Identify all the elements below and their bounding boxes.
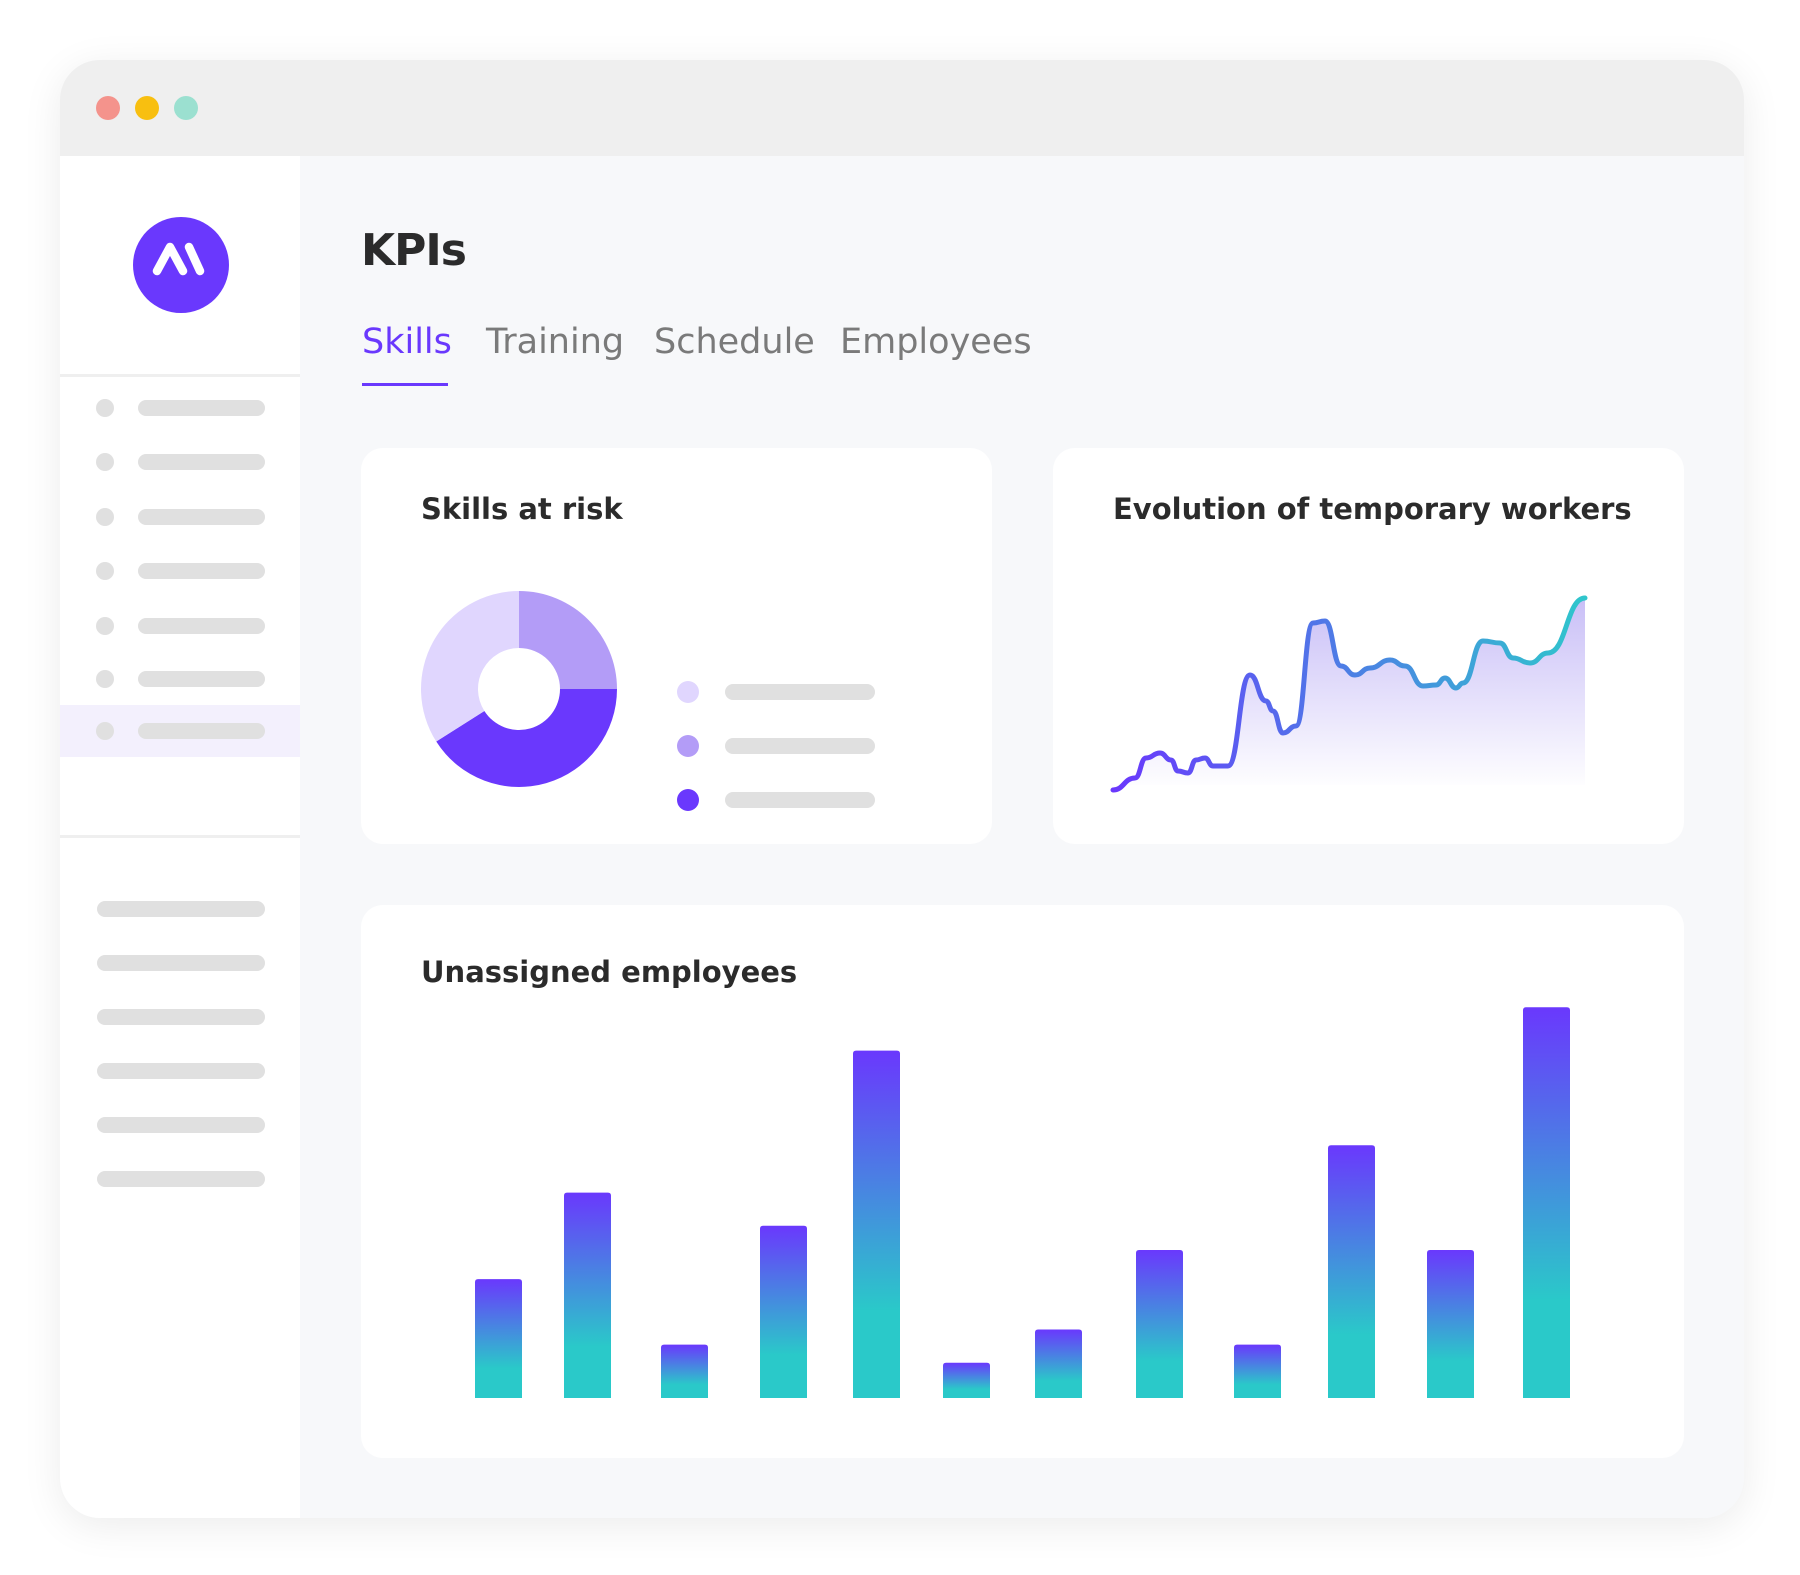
sidebar-nav-item[interactable] xyxy=(60,436,300,488)
close-window-button[interactable] xyxy=(96,96,120,120)
bar xyxy=(1523,1007,1570,1398)
bar xyxy=(1136,1249,1183,1398)
nav-item-label-placeholder xyxy=(138,509,265,525)
bar xyxy=(853,1050,900,1398)
bar xyxy=(943,1362,990,1398)
legend-swatch xyxy=(677,735,699,757)
bar-chart xyxy=(475,1007,1570,1398)
sidebar-nav-item[interactable] xyxy=(60,545,300,597)
sidebar-secondary-item[interactable] xyxy=(97,1009,265,1025)
unassigned-employees-card: Unassigned employees xyxy=(361,905,1684,1458)
donut-chart xyxy=(421,591,617,787)
nav-item-label-placeholder xyxy=(138,563,265,579)
area-chart xyxy=(1110,595,1588,793)
sidebar-nav-item[interactable] xyxy=(60,491,300,543)
bar xyxy=(475,1279,522,1398)
sidebar-divider xyxy=(60,835,300,838)
card-title: Skills at risk xyxy=(421,492,623,526)
nav-item-icon xyxy=(96,562,114,580)
legend-swatch xyxy=(677,789,699,811)
nav-item-icon xyxy=(96,617,114,635)
temporary-workers-card: Evolution of temporary workers xyxy=(1053,448,1684,844)
title-bar xyxy=(60,60,1744,156)
bar xyxy=(1427,1249,1474,1398)
sidebar-divider xyxy=(60,374,300,377)
bar xyxy=(661,1344,708,1398)
nav-item-icon xyxy=(96,399,114,417)
nav-item-label-placeholder xyxy=(138,400,265,416)
sidebar-nav-item[interactable] xyxy=(60,705,300,757)
maximize-window-button[interactable] xyxy=(174,96,198,120)
nav-item-label-placeholder xyxy=(138,618,265,634)
brand-logo-icon[interactable] xyxy=(133,217,229,313)
nav-item-icon xyxy=(96,453,114,471)
app-window: KPIs Skills Training Schedule Employees … xyxy=(60,60,1744,1518)
tab-employees[interactable]: Employees xyxy=(840,322,1032,362)
bar xyxy=(1328,1145,1375,1398)
nav-item-label-placeholder xyxy=(138,454,265,470)
nav-item-label-placeholder xyxy=(138,671,265,687)
card-title: Evolution of temporary workers xyxy=(1113,492,1632,526)
sidebar-secondary-item[interactable] xyxy=(97,901,265,917)
nav-item-icon xyxy=(96,722,114,740)
sidebar-secondary-item[interactable] xyxy=(97,1117,265,1133)
sidebar-secondary-item[interactable] xyxy=(97,1171,265,1187)
nav-item-label-placeholder xyxy=(138,723,265,739)
legend-swatch xyxy=(677,681,699,703)
legend-label-placeholder xyxy=(725,792,875,808)
legend-label-placeholder xyxy=(725,738,875,754)
tab-schedule[interactable]: Schedule xyxy=(654,322,815,362)
bar xyxy=(760,1225,807,1398)
nav-item-icon xyxy=(96,508,114,526)
tab-skills[interactable]: Skills xyxy=(362,322,452,362)
donut-slice xyxy=(421,591,519,742)
bar xyxy=(1234,1344,1281,1398)
active-tab-indicator xyxy=(362,383,448,386)
minimize-window-button[interactable] xyxy=(135,96,159,120)
nav-item-icon xyxy=(96,670,114,688)
legend-label-placeholder xyxy=(725,684,875,700)
bar xyxy=(1035,1329,1082,1398)
bar xyxy=(564,1192,611,1398)
page-title: KPIs xyxy=(361,225,467,276)
skills-at-risk-card: Skills at risk xyxy=(361,448,992,844)
donut-slice xyxy=(519,591,617,689)
sidebar-secondary-item[interactable] xyxy=(97,1063,265,1079)
sidebar xyxy=(60,156,300,1518)
sidebar-nav-item[interactable] xyxy=(60,653,300,705)
sidebar-nav-item[interactable] xyxy=(60,600,300,652)
tab-training[interactable]: Training xyxy=(486,322,624,362)
sidebar-nav-item[interactable] xyxy=(60,382,300,434)
area-fill xyxy=(1113,598,1585,790)
sidebar-secondary-item[interactable] xyxy=(97,955,265,971)
